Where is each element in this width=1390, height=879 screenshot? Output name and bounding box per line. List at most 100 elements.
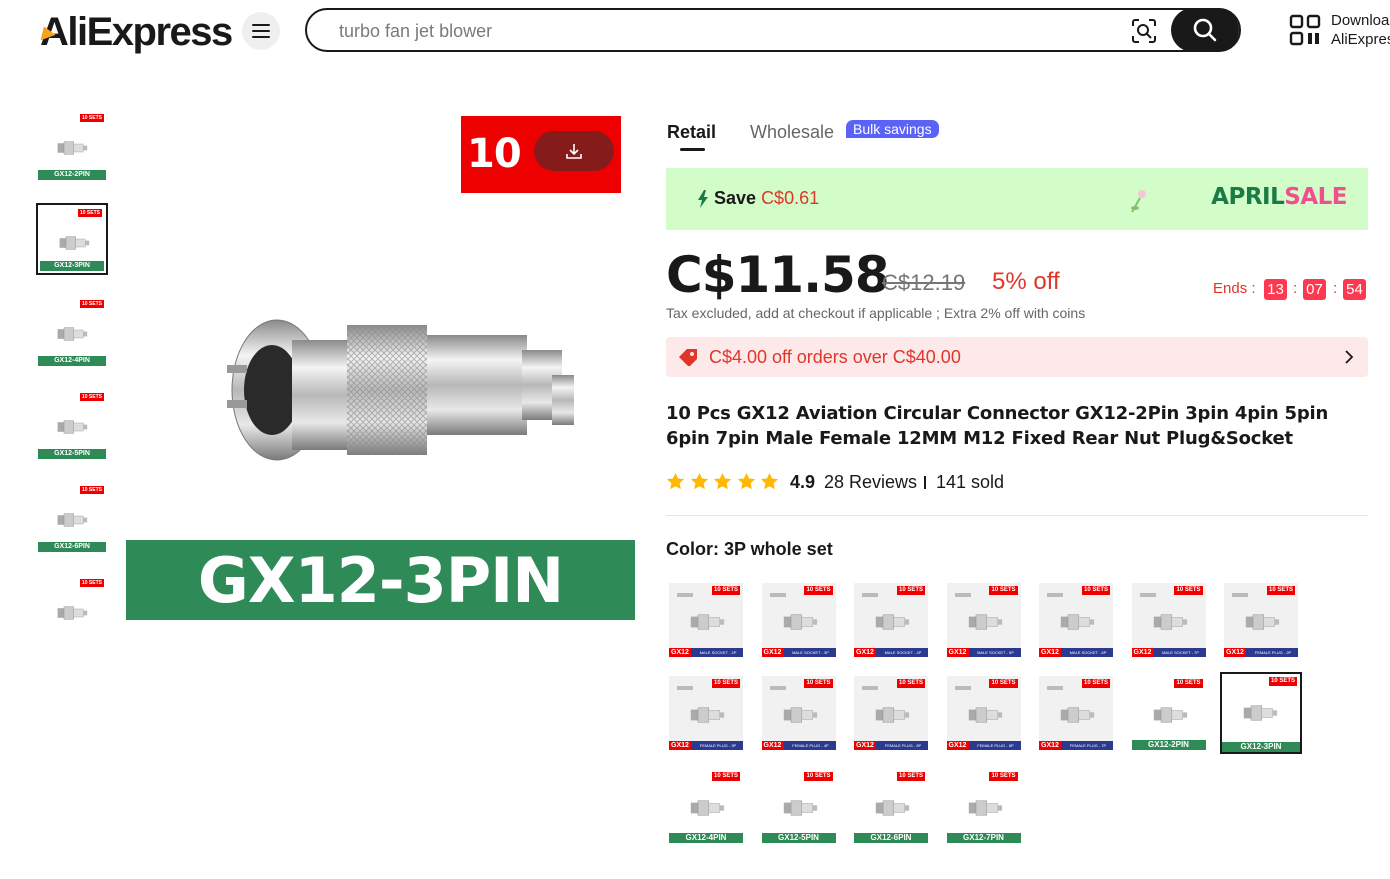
thumbnail-label: GX12-6PIN	[38, 542, 106, 552]
swatch-gx-label: GX12	[669, 648, 691, 657]
swatch-footer: GX12 MALE SOCKET - 3P	[761, 648, 836, 657]
variant-swatch[interactable]: 10 SETS GX12 MALE SOCKET - 2P	[668, 582, 744, 658]
variant-swatch[interactable]: 10 SETS GX12-5PIN	[760, 768, 837, 844]
sets-tag: 10 SETS	[989, 679, 1018, 688]
variant-swatch[interactable]: 10 SETS GX12 FEMALE PLUG - 2P	[1223, 582, 1299, 658]
swatch-type-label: FEMALE PLUG - 5P	[884, 743, 922, 748]
variant-swatch[interactable]: 10 SETS GX12-2PIN	[1130, 675, 1207, 751]
sets-tag: 10 SETS	[896, 679, 925, 688]
star-icon	[713, 472, 732, 490]
swatch-gx-label: GX12	[946, 648, 969, 657]
variant-swatch[interactable]: 10 SETS GX12 FEMALE PLUG - 6P	[945, 675, 1022, 751]
main-image-model-label: GX12-3PIN	[126, 540, 635, 620]
sets-tag: 10 SETS	[79, 300, 104, 308]
variant-swatch[interactable]: 10 SETS GX12-6PIN	[853, 768, 929, 844]
thumbnail-label: GX12-2PIN	[38, 170, 106, 180]
original-price: C$12.19	[882, 270, 966, 295]
sets-tag: 10 SETS	[804, 679, 833, 688]
swatch-model-label: GX12-6PIN	[854, 833, 928, 843]
countdown-label: Ends :	[1213, 280, 1256, 297]
spec-text-placeholder	[862, 686, 878, 690]
swatch-type-label: FEMALE PLUG - 2P	[1254, 650, 1292, 655]
thumbnail-item[interactable]: 10 SETS GX12-3PIN	[36, 203, 108, 275]
sets-tag: 10 SETS	[77, 209, 102, 217]
swatch-gx-label: GX12	[761, 741, 784, 750]
main-product-image[interactable]: 10 SETS GX12-3PIN	[126, 110, 635, 630]
search-button[interactable]	[1171, 8, 1239, 52]
swatch-type-label: FEMALE PLUG - 6P	[977, 743, 1014, 748]
bulk-savings-badge: Bulk savings	[846, 120, 939, 138]
swatch-gx-label: GX12	[669, 741, 691, 750]
variant-swatch[interactable]: 10 SETS GX12 MALE SOCKET - 6P	[1038, 582, 1114, 658]
swatch-gx-label: GX12	[1224, 648, 1246, 657]
tab-wholesale[interactable]: Wholesale	[750, 122, 834, 143]
coupon-banner[interactable]: C$4.00 off orders over C$40.00	[666, 337, 1368, 377]
download-app-link[interactable]: Download AliExpress	[1331, 11, 1390, 49]
connector-thumbnail	[875, 800, 910, 816]
star-icon	[760, 472, 779, 490]
sets-tag: 10 SETS	[1174, 679, 1203, 688]
swatch-type-label: FEMALE PLUG - 4P	[792, 743, 829, 748]
image-search-icon[interactable]	[1131, 18, 1157, 44]
swatch-model-label: GX12-5PIN	[761, 833, 836, 843]
swatch-footer: GX12 MALE SOCKET - 2P	[669, 648, 743, 657]
lightning-icon	[698, 190, 708, 208]
connector-thumbnail	[968, 707, 1002, 723]
reviews-link[interactable]: 28 Reviews	[824, 472, 917, 493]
active-tab-indicator	[680, 148, 705, 151]
variant-swatch[interactable]: 10 SETS GX12 MALE SOCKET - 5P	[945, 582, 1022, 658]
variant-swatch[interactable]: 10 SETS GX12-7PIN	[945, 768, 1022, 844]
sets-tag: 10 SETS	[79, 393, 104, 401]
swatch-type-label: MALE SOCKET - 6P	[1069, 650, 1107, 655]
variant-swatch[interactable]: 10 SETS GX12 FEMALE PLUG - 4P	[760, 675, 837, 751]
sets-tag: 10 SETS	[711, 772, 740, 781]
connector-thumbnail	[1060, 707, 1095, 723]
connector-thumbnail	[690, 800, 725, 816]
variant-swatch[interactable]: 10 SETS GX12 MALE SOCKET - 3P	[760, 582, 837, 658]
thumbnail-item[interactable]: 10 SETS GX12-4PIN	[36, 296, 108, 368]
search-icon	[1193, 18, 1217, 42]
connector-thumbnail	[690, 707, 725, 723]
download-line-2: AliExpress	[1331, 31, 1390, 48]
search-input[interactable]	[337, 18, 1101, 44]
variant-swatch[interactable]: 10 SETS GX12 FEMALE PLUG - 7P	[1038, 675, 1114, 751]
variant-swatch[interactable]: 10 SETS GX12 MALE SOCKET - 7P	[1130, 582, 1207, 658]
connector-thumbnail	[1243, 705, 1278, 721]
connector-thumbnail	[783, 614, 817, 630]
variant-swatch[interactable]: 10 SETS GX12 MALE SOCKET - 4P	[853, 582, 929, 658]
logo-text: AliExpress	[40, 10, 233, 54]
sets-tag: 10 SETS	[1174, 586, 1203, 595]
sets-tag: 10 SETS	[989, 586, 1018, 595]
swatch-type-label: MALE SOCKET - 5P	[977, 650, 1014, 655]
connector-thumbnail	[968, 614, 1002, 630]
april-sale-banner: Save C$0.61 APRILSALE	[666, 168, 1368, 230]
spec-text-placeholder	[1139, 593, 1156, 597]
spec-text-placeholder	[1047, 593, 1063, 597]
thumbnail-item[interactable]: 10 SETS	[36, 575, 108, 647]
connector-thumbnail	[1060, 614, 1095, 630]
thumbnail-item[interactable]: 10 SETS GX12-6PIN	[36, 482, 108, 554]
swatch-footer: GX12 FEMALE PLUG - 6P	[946, 741, 1021, 750]
aliexpress-logo[interactable]: AliExpress	[36, 8, 233, 56]
swatch-type-label: MALE SOCKET - 2P	[699, 650, 737, 655]
swatch-footer: GX12 FEMALE PLUG - 5P	[854, 741, 928, 750]
connector-thumbnail	[1245, 614, 1280, 630]
thumbnail-item[interactable]: 10 SETS GX12-2PIN	[36, 110, 108, 182]
menu-button[interactable]	[242, 12, 280, 50]
download-line-1: Download	[1331, 12, 1390, 29]
spec-text-placeholder	[954, 593, 971, 597]
sale-word-sale: SALE	[1284, 184, 1347, 210]
swatch-type-label: MALE SOCKET - 4P	[884, 650, 922, 655]
swatch-gx-label: GX12	[946, 741, 969, 750]
download-image-button[interactable]	[534, 131, 614, 171]
variant-swatch[interactable]: 10 SETS GX12-3PIN	[1220, 672, 1302, 754]
variant-swatch[interactable]: 10 SETS GX12-4PIN	[668, 768, 744, 844]
tab-retail[interactable]: Retail	[667, 122, 716, 143]
variant-swatch[interactable]: 10 SETS GX12 FEMALE PLUG - 3P	[668, 675, 744, 751]
qr-code-icon[interactable]	[1289, 14, 1321, 46]
variant-swatch[interactable]: 10 SETS GX12 FEMALE PLUG - 5P	[853, 675, 929, 751]
star-icon	[737, 472, 755, 490]
sets-tag: 10 SETS	[804, 772, 833, 781]
thumbnail-item[interactable]: 10 SETS GX12-5PIN	[36, 389, 108, 461]
swatch-gx-label: GX12	[1131, 648, 1154, 657]
